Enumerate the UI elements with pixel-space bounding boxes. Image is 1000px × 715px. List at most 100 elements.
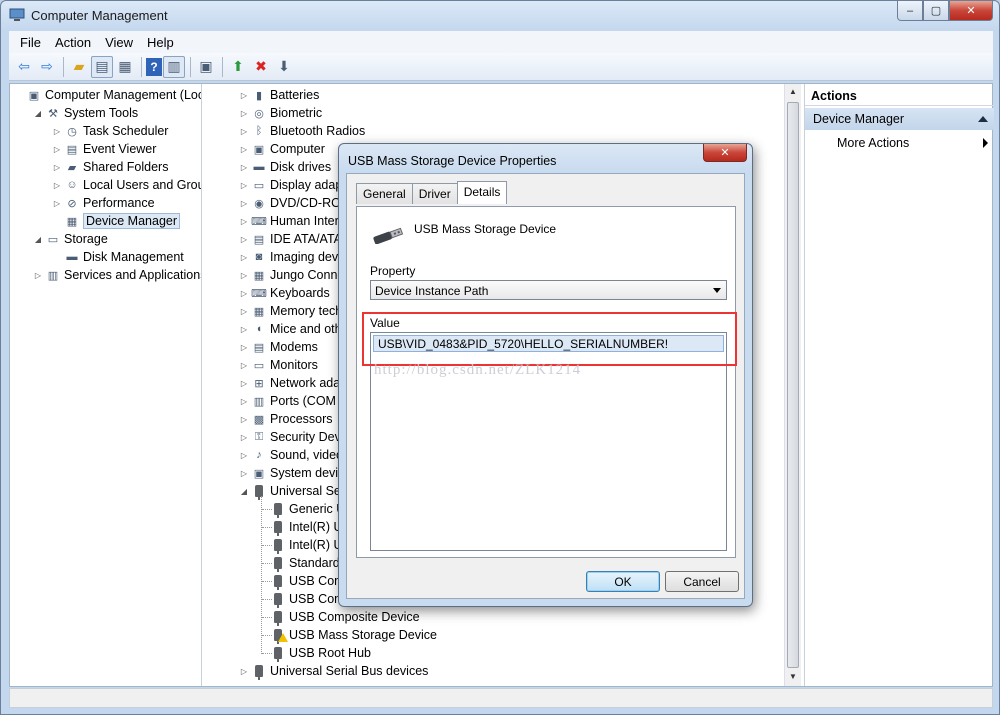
dialog-close-button[interactable]: ✕ xyxy=(703,144,747,162)
expand-arrow-icon[interactable]: ▷ xyxy=(238,145,250,154)
device-category[interactable]: ▷ ▩ Processors xyxy=(238,410,333,428)
expand-arrow-icon[interactable]: ▷ xyxy=(238,451,250,460)
tab-general[interactable]: General xyxy=(356,183,413,204)
expand-arrow-icon[interactable]: ▷ xyxy=(238,361,250,370)
device-category[interactable]: ▷ ♪ Sound, video a xyxy=(238,446,353,464)
console-tree-item[interactable]: ▷ ▤ Event Viewer xyxy=(51,140,157,158)
show-tree-icon[interactable]: ▤ xyxy=(91,55,113,78)
menu-help[interactable]: Help xyxy=(140,35,181,50)
console-tree-item[interactable]: ▬ Disk Management xyxy=(51,248,184,266)
collapse-arrow-icon[interactable]: ◢ xyxy=(238,487,250,496)
expand-arrow-icon[interactable]: ▷ xyxy=(238,109,250,118)
device-category[interactable]: ▷ ▣ System device xyxy=(238,464,351,482)
device-category[interactable]: ▷ ◎ Biometric xyxy=(238,104,322,122)
expander-arrow-icon[interactable]: ◢ xyxy=(32,235,44,244)
expander-arrow-icon[interactable]: ▷ xyxy=(51,145,63,154)
scroll-up-arrow-icon[interactable]: ▲ xyxy=(789,87,797,96)
expander-arrow-icon[interactable]: ▷ xyxy=(51,181,63,190)
expand-arrow-icon[interactable]: ▷ xyxy=(238,307,250,316)
usb-device-item[interactable]: USB Root Hub xyxy=(269,644,371,662)
submenu-arrow-icon[interactable] xyxy=(983,138,988,148)
device-category[interactable]: ▷ ⊞ Network adap xyxy=(238,374,347,392)
disable-device-icon[interactable]: ⬇ xyxy=(273,56,295,78)
actions-device-manager[interactable]: Device Manager xyxy=(805,108,994,130)
console-tree-item[interactable]: ◢ ▭ Storage xyxy=(32,230,108,248)
title-bar[interactable]: Computer Management – ▢ ✕ xyxy=(1,1,999,31)
console-tree-item[interactable]: ▷☺ Local Users and Groups xyxy=(51,176,201,194)
device-tree-scrollbar[interactable]: ▲ ▼ xyxy=(784,84,801,686)
device-category[interactable]: ▷ ▮ Batteries xyxy=(238,86,319,104)
console-tree-item[interactable]: ▦ Device Manager xyxy=(51,212,181,230)
device-category[interactable]: ▷ ◉ DVD/CD-ROM xyxy=(238,194,351,212)
cancel-button[interactable]: Cancel xyxy=(665,571,739,592)
back-arrow-icon[interactable]: ⇦ xyxy=(13,56,35,78)
scrollbar-thumb[interactable] xyxy=(787,102,799,668)
menu-file[interactable]: File xyxy=(13,35,48,50)
scan-hardware-icon[interactable]: ▣ xyxy=(195,56,217,78)
expand-arrow-icon[interactable]: ▷ xyxy=(238,253,250,262)
console-tree-item[interactable]: ◢ ⚒ System Tools xyxy=(32,104,138,122)
chevron-down-icon[interactable] xyxy=(713,288,721,293)
update-driver-icon[interactable]: ⬆ xyxy=(227,56,249,78)
device-category[interactable]: ▷ ◖ Mice and othe xyxy=(238,320,349,338)
console-tree-item[interactable]: ▷ ◷ Task Scheduler xyxy=(51,122,169,140)
collapse-up-icon[interactable] xyxy=(978,116,988,122)
properties-icon[interactable]: ▦ xyxy=(114,56,136,78)
device-category[interactable]: ▷ ▭ Display adapte xyxy=(238,176,353,194)
expand-arrow-icon[interactable]: ▷ xyxy=(238,433,250,442)
help-icon[interactable]: ? xyxy=(146,57,162,76)
device-category[interactable]: ▷ ▭ Monitors xyxy=(238,356,318,374)
device-category[interactable]: ▷ ◙ Imaging devic xyxy=(238,248,347,266)
action-pane-icon[interactable]: ▥ xyxy=(163,55,185,78)
console-tree-item[interactable]: ▷ ⊘ Performance xyxy=(51,194,155,212)
console-tree-item[interactable]: ▷ ▰ Shared Folders xyxy=(51,158,169,176)
device-category[interactable]: ▷ ▬ Disk drives xyxy=(238,158,331,176)
expand-arrow-icon[interactable]: ▷ xyxy=(238,217,250,226)
expander-arrow-icon[interactable]: ▷ xyxy=(51,127,63,136)
ok-button[interactable]: OK xyxy=(586,571,660,592)
expander-arrow-icon[interactable]: ◢ xyxy=(32,109,44,118)
close-button[interactable]: ✕ xyxy=(949,1,993,21)
forward-arrow-icon[interactable]: ⇨ xyxy=(36,56,58,78)
expander-arrow-icon[interactable]: ▷ xyxy=(32,271,44,280)
tab-driver[interactable]: Driver xyxy=(411,183,458,204)
expand-arrow-icon[interactable]: ▷ xyxy=(238,181,250,190)
expander-arrow-icon[interactable]: ▷ xyxy=(51,199,63,208)
device-category[interactable]: ▷ ⚿ Security Devic xyxy=(238,428,350,446)
device-category[interactable]: ▷ ▤ Modems xyxy=(238,338,318,356)
expand-arrow-icon[interactable]: ▷ xyxy=(238,163,250,172)
expand-arrow-icon[interactable]: ▷ xyxy=(238,199,250,208)
maximize-button[interactable]: ▢ xyxy=(923,1,949,21)
expander-arrow-icon[interactable]: ▷ xyxy=(51,163,63,172)
device-category[interactable]: ▷ ▦ Jungo Connec xyxy=(238,266,351,284)
expand-arrow-icon[interactable]: ▷ xyxy=(238,667,250,676)
expand-arrow-icon[interactable]: ▷ xyxy=(238,271,250,280)
device-category[interactable]: ▷ ᛒ Bluetooth Radios xyxy=(238,122,365,140)
property-dropdown[interactable]: Device Instance Path xyxy=(370,280,727,300)
more-actions-item[interactable]: More Actions xyxy=(837,136,909,150)
expand-arrow-icon[interactable]: ▷ xyxy=(238,343,250,352)
uninstall-icon[interactable]: ✖ xyxy=(250,56,272,78)
expand-arrow-icon[interactable]: ▷ xyxy=(238,379,250,388)
console-tree-item[interactable]: ▣ Computer Management (Local xyxy=(13,86,201,104)
expand-arrow-icon[interactable]: ▷ xyxy=(238,235,250,244)
expand-arrow-icon[interactable]: ▷ xyxy=(238,415,250,424)
minimize-button[interactable]: – xyxy=(897,1,923,21)
device-category[interactable]: ▷ ⌨ Human Interfa xyxy=(238,212,349,230)
expand-arrow-icon[interactable]: ▷ xyxy=(238,325,250,334)
expand-arrow-icon[interactable]: ▷ xyxy=(238,469,250,478)
scroll-down-arrow-icon[interactable]: ▼ xyxy=(789,672,797,681)
expand-arrow-icon[interactable]: ▷ xyxy=(238,289,250,298)
expand-arrow-icon[interactable]: ▷ xyxy=(238,91,250,100)
expand-arrow-icon[interactable]: ▷ xyxy=(238,397,250,406)
device-category[interactable]: ▷ ▤ IDE ATA/ATAP xyxy=(238,230,350,248)
device-category[interactable]: ▷ ▣ Computer xyxy=(238,140,325,158)
usb-device-item[interactable]: USB Composite Device xyxy=(269,608,420,626)
device-category[interactable]: ▷ Universal Serial Bus devices xyxy=(238,662,428,680)
menu-view[interactable]: View xyxy=(98,35,140,50)
up-folder-icon[interactable]: ▰ xyxy=(68,56,90,78)
tab-details[interactable]: Details xyxy=(456,181,508,204)
device-category[interactable]: ▷ ▦ Memory techn xyxy=(238,302,349,320)
menu-action[interactable]: Action xyxy=(48,35,98,50)
usb-device-item[interactable]: USB Mass Storage Device xyxy=(269,626,437,644)
